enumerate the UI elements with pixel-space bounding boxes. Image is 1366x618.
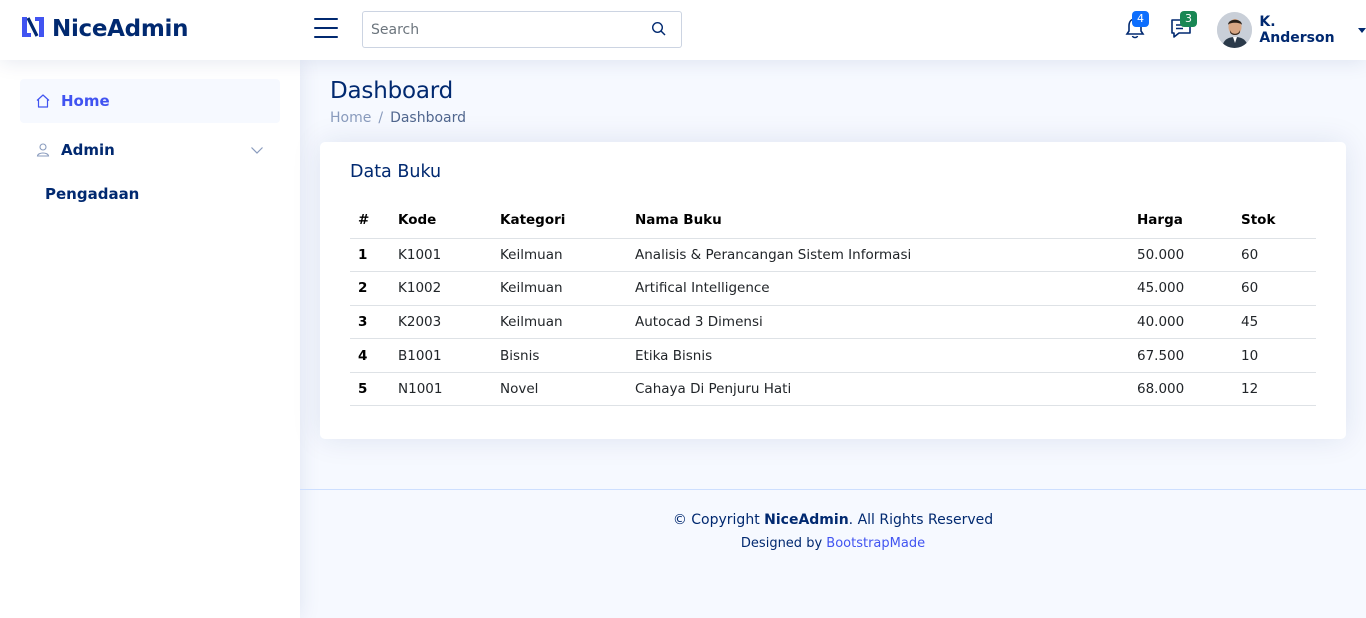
row-number: 2: [350, 271, 390, 306]
table-row: 1 K1001 Keilmuan Analisis & Perancangan …: [350, 238, 1316, 273]
cell-nama-buku: Etika Bisnis: [627, 338, 1129, 373]
cell-kategori: Keilmuan: [492, 238, 627, 273]
copyright-brand: NiceAdmin: [764, 512, 849, 528]
cell-kode: K2003: [390, 305, 492, 340]
cell-kode: K1002: [390, 271, 492, 306]
cell-stok: 12: [1233, 372, 1316, 407]
logo-link[interactable]: NiceAdmin: [20, 14, 188, 44]
sidebar-item-label: Home: [61, 92, 110, 110]
notifications-badge: 4: [1132, 11, 1149, 27]
column-header: Kategori: [492, 202, 627, 239]
table-row: 4 B1001 Bisnis Etika Bisnis 67.500 10: [350, 338, 1316, 373]
copyright-text: © Copyright NiceAdmin. All Rights Reserv…: [300, 512, 1366, 528]
profile-dropdown[interactable]: K. Anderson: [1217, 12, 1366, 48]
cell-stok: 10: [1233, 338, 1316, 373]
cell-nama-buku: Cahaya Di Penjuru Hati: [627, 372, 1129, 407]
search-icon[interactable]: [651, 21, 667, 37]
breadcrumb: Home / Dashboard: [330, 110, 466, 126]
sidebar-item-home[interactable]: Home: [20, 79, 280, 123]
column-header: Harga: [1129, 202, 1233, 239]
profile-name: K. Anderson: [1259, 14, 1335, 46]
cell-harga: 45.000: [1129, 271, 1233, 306]
chevron-down-icon: [251, 147, 263, 154]
row-number: 4: [350, 338, 390, 373]
cell-harga: 67.500: [1129, 338, 1233, 373]
cell-kode: N1001: [390, 372, 492, 407]
copyright-suffix: . All Rights Reserved: [848, 512, 994, 528]
caret-down-icon: [1358, 27, 1366, 33]
logo-icon: [20, 14, 46, 44]
cell-kategori: Keilmuan: [492, 271, 627, 306]
cell-stok: 60: [1233, 271, 1316, 306]
search-input[interactable]: [363, 12, 633, 47]
data-card: Data Buku # Kode Kategori Nama Buku Harg…: [320, 142, 1346, 439]
cell-nama-buku: Analisis & Perancangan Sistem Informasi: [627, 238, 1129, 273]
cell-kode: K1001: [390, 238, 492, 273]
cell-nama-buku: Autocad 3 Dimensi: [627, 305, 1129, 340]
column-header: Nama Buku: [627, 202, 1129, 239]
table-header-row: # Kode Kategori Nama Buku Harga Stok: [350, 202, 1316, 239]
credits-text: Designed by BootstrapMade: [300, 536, 1366, 551]
column-header: Kode: [390, 202, 492, 239]
logo-text: NiceAdmin: [52, 16, 189, 42]
search-bar: [362, 11, 682, 48]
table-row: 3 K2003 Keilmuan Autocad 3 Dimensi 40.00…: [350, 305, 1316, 340]
sidebar-item-admin[interactable]: Admin: [20, 128, 280, 172]
cell-kategori: Bisnis: [492, 338, 627, 373]
footer: © Copyright NiceAdmin. All Rights Reserv…: [300, 489, 1366, 618]
messages-button[interactable]: 3: [1170, 11, 1197, 44]
breadcrumb-home-link[interactable]: Home: [330, 110, 371, 126]
cell-kategori: Novel: [492, 372, 627, 407]
cell-harga: 68.000: [1129, 372, 1233, 407]
sidebar-item-label: Admin: [61, 141, 115, 159]
row-number: 3: [350, 305, 390, 340]
column-header: Stok: [1233, 202, 1316, 239]
card-title: Data Buku: [350, 162, 442, 182]
messages-badge: 3: [1180, 11, 1197, 27]
row-number: 5: [350, 372, 390, 407]
page-title-section: Dashboard Home / Dashboard: [330, 78, 466, 126]
avatar: [1217, 12, 1253, 48]
breadcrumb-current: Dashboard: [390, 110, 467, 126]
bootstrapmade-link[interactable]: BootstrapMade: [826, 536, 925, 551]
sidebar-item-pengadaan[interactable]: Pengadaan: [20, 177, 280, 211]
top-header: NiceAdmin 4 3: [0, 0, 1366, 60]
cell-harga: 40.000: [1129, 305, 1233, 340]
column-header: #: [350, 202, 390, 239]
page-title: Dashboard: [330, 78, 453, 104]
cell-harga: 50.000: [1129, 238, 1233, 273]
table-row: 5 N1001 Novel Cahaya Di Penjuru Hati 68.…: [350, 372, 1316, 407]
cell-stok: 45: [1233, 305, 1316, 340]
copyright-prefix: © Copyright: [672, 512, 765, 528]
breadcrumb-separator: /: [378, 110, 384, 126]
sidebar-toggle-icon[interactable]: [314, 18, 338, 40]
person-icon: [36, 143, 50, 157]
table-row: 2 K1002 Keilmuan Artifical Intelligence …: [350, 271, 1316, 306]
house-icon: [36, 94, 50, 108]
cell-stok: 60: [1233, 238, 1316, 273]
cell-kode: B1001: [390, 338, 492, 373]
row-number: 1: [350, 238, 390, 273]
cell-nama-buku: Artifical Intelligence: [627, 271, 1129, 306]
cell-kategori: Keilmuan: [492, 305, 627, 340]
books-table: # Kode Kategori Nama Buku Harga Stok 1 K…: [350, 202, 1316, 407]
notifications-button[interactable]: 4: [1124, 11, 1149, 44]
designed-by-label: Designed by: [740, 536, 827, 551]
sidebar: Home Admin Pengadaan: [0, 60, 300, 618]
